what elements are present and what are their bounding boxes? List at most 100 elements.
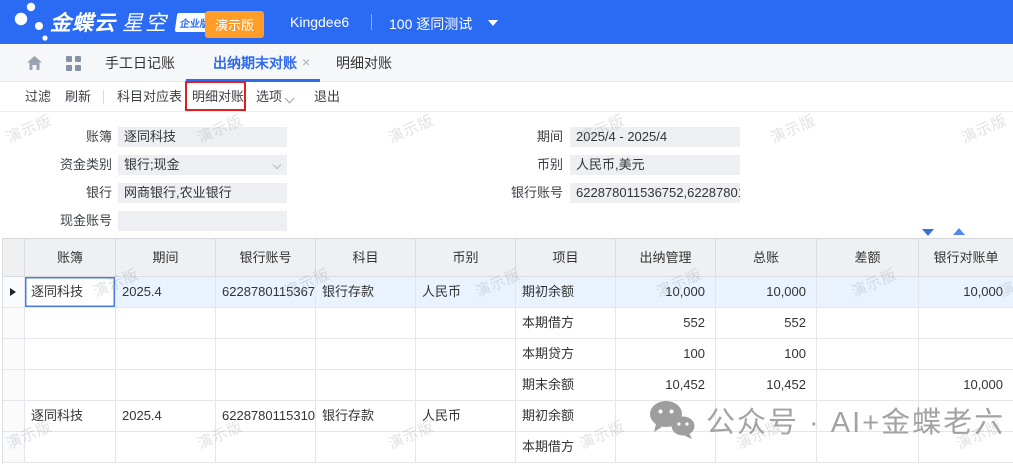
grid-cell[interactable]: 逐同科技: [25, 401, 116, 432]
grid-cell[interactable]: 10,000: [716, 277, 817, 308]
grid-cell[interactable]: [919, 401, 1013, 432]
grid-cell[interactable]: [316, 432, 416, 463]
options-dropdown-chevron-icon[interactable]: [285, 94, 295, 104]
column-header-7[interactable]: 出纳管理: [616, 239, 716, 277]
apps-grid-icon[interactable]: [66, 56, 81, 71]
column-header-10[interactable]: 银行对账单: [919, 239, 1013, 277]
grid-cell[interactable]: 100: [616, 339, 716, 370]
grid-cell[interactable]: 2025.4: [116, 401, 216, 432]
grid-cell[interactable]: [416, 370, 516, 401]
grid-cell[interactable]: [919, 339, 1013, 370]
column-header-1[interactable]: 账簿: [25, 239, 116, 277]
grid-cell[interactable]: [316, 339, 416, 370]
grid-cell[interactable]: [116, 432, 216, 463]
toolbar-button-3[interactable]: 科目对应表: [117, 82, 182, 112]
home-icon[interactable]: [26, 55, 43, 71]
grid-cell[interactable]: 62287801153675: [216, 277, 316, 308]
grid-cell[interactable]: 期末余额: [516, 370, 616, 401]
form-input-right-3[interactable]: 622878011536752,62287801: [570, 183, 740, 203]
grid-cell[interactable]: [817, 339, 919, 370]
row-selector[interactable]: [3, 277, 25, 308]
grid-cell[interactable]: [416, 308, 516, 339]
grid-cell[interactable]: [817, 277, 919, 308]
grid-cell[interactable]: 10,452: [716, 370, 817, 401]
row-selector[interactable]: [3, 308, 25, 339]
grid-cell[interactable]: [316, 308, 416, 339]
toolbar-button-5[interactable]: 选项: [256, 82, 282, 112]
grid-cell[interactable]: [116, 370, 216, 401]
grid-cell[interactable]: [216, 339, 316, 370]
scroll-down-triangle-icon[interactable]: [922, 229, 934, 236]
grid-cell[interactable]: 人民币: [416, 277, 516, 308]
grid-cell[interactable]: [116, 339, 216, 370]
org-dropdown-caret-icon[interactable]: [488, 20, 498, 26]
row-selector[interactable]: [3, 370, 25, 401]
grid-cell[interactable]: 银行存款: [316, 277, 416, 308]
grid-cell[interactable]: 人民币: [416, 401, 516, 432]
column-header-9[interactable]: 差额: [817, 239, 919, 277]
grid-cell[interactable]: [216, 370, 316, 401]
tab-close-icon[interactable]: ×: [302, 44, 310, 82]
column-header-6[interactable]: 项目: [516, 239, 616, 277]
grid-cell[interactable]: 期初余额: [516, 401, 616, 432]
toolbar-button-4[interactable]: 明细对账: [192, 82, 244, 112]
grid-cell[interactable]: 10,452: [616, 370, 716, 401]
grid-cell[interactable]: 本期借方: [516, 432, 616, 463]
grid-cell[interactable]: [616, 432, 716, 463]
grid-cell[interactable]: [25, 339, 116, 370]
grid-cell[interactable]: [416, 432, 516, 463]
input-dropdown-chevron-icon[interactable]: [273, 161, 281, 169]
grid-cell[interactable]: [116, 308, 216, 339]
grid-cell[interactable]: 本期贷方: [516, 339, 616, 370]
grid-cell[interactable]: [316, 370, 416, 401]
grid-cell[interactable]: [25, 432, 116, 463]
tab-1[interactable]: 手工日记账: [105, 44, 175, 82]
grid-cell[interactable]: 62287801153100: [216, 401, 316, 432]
column-header-4[interactable]: 科目: [316, 239, 416, 277]
grid-cell[interactable]: [817, 401, 919, 432]
grid-cell[interactable]: [817, 308, 919, 339]
grid-cell[interactable]: 逐同科技: [25, 277, 116, 308]
grid-cell[interactable]: [919, 432, 1013, 463]
org-selector[interactable]: 100 逐同测试: [389, 14, 472, 34]
grid-cell[interactable]: 10,000: [919, 370, 1013, 401]
row-selector[interactable]: [3, 339, 25, 370]
form-input-left-1[interactable]: 逐同科技: [118, 127, 287, 147]
scroll-up-triangle-icon[interactable]: [953, 228, 965, 235]
grid-cell[interactable]: [919, 308, 1013, 339]
form-input-left-3[interactable]: 网商银行,农业银行: [118, 183, 287, 203]
form-input-left-4[interactable]: [118, 211, 287, 231]
toolbar-button-2[interactable]: 刷新: [65, 82, 91, 112]
grid-cell[interactable]: 10,000: [616, 277, 716, 308]
column-header-5[interactable]: 币别: [416, 239, 516, 277]
grid-cell[interactable]: 期初余额: [516, 277, 616, 308]
user-name[interactable]: Kingdee6: [290, 14, 349, 30]
grid-cell[interactable]: [716, 401, 817, 432]
grid-cell[interactable]: 10,000: [919, 277, 1013, 308]
grid-cell[interactable]: [817, 432, 919, 463]
row-selector[interactable]: [3, 432, 25, 463]
grid-cell[interactable]: [416, 339, 516, 370]
tab-2[interactable]: 出纳期末对账: [213, 44, 297, 82]
tab-3[interactable]: 明细对账: [336, 44, 392, 82]
grid-cell[interactable]: [25, 308, 116, 339]
form-input-right-2[interactable]: 人民币,美元: [570, 155, 740, 175]
grid-cell[interactable]: [817, 370, 919, 401]
column-header-8[interactable]: 总账: [716, 239, 817, 277]
grid-cell[interactable]: 552: [616, 308, 716, 339]
grid-cell[interactable]: [216, 308, 316, 339]
column-header-3[interactable]: 银行账号: [216, 239, 316, 277]
toolbar-button-6[interactable]: 退出: [314, 82, 340, 112]
grid-cell[interactable]: 银行存款: [316, 401, 416, 432]
grid-cell[interactable]: 100: [716, 339, 817, 370]
grid-cell[interactable]: 552: [716, 308, 817, 339]
grid-cell[interactable]: [716, 432, 817, 463]
grid-cell[interactable]: [616, 401, 716, 432]
toolbar-button-1[interactable]: 过滤: [25, 82, 51, 112]
grid-cell[interactable]: 2025.4: [116, 277, 216, 308]
form-input-right-1[interactable]: 2025/4 - 2025/4: [570, 127, 740, 147]
form-input-left-2[interactable]: 银行;现金: [118, 155, 287, 175]
column-header-2[interactable]: 期间: [116, 239, 216, 277]
grid-cell[interactable]: [216, 432, 316, 463]
row-selector[interactable]: [3, 401, 25, 432]
